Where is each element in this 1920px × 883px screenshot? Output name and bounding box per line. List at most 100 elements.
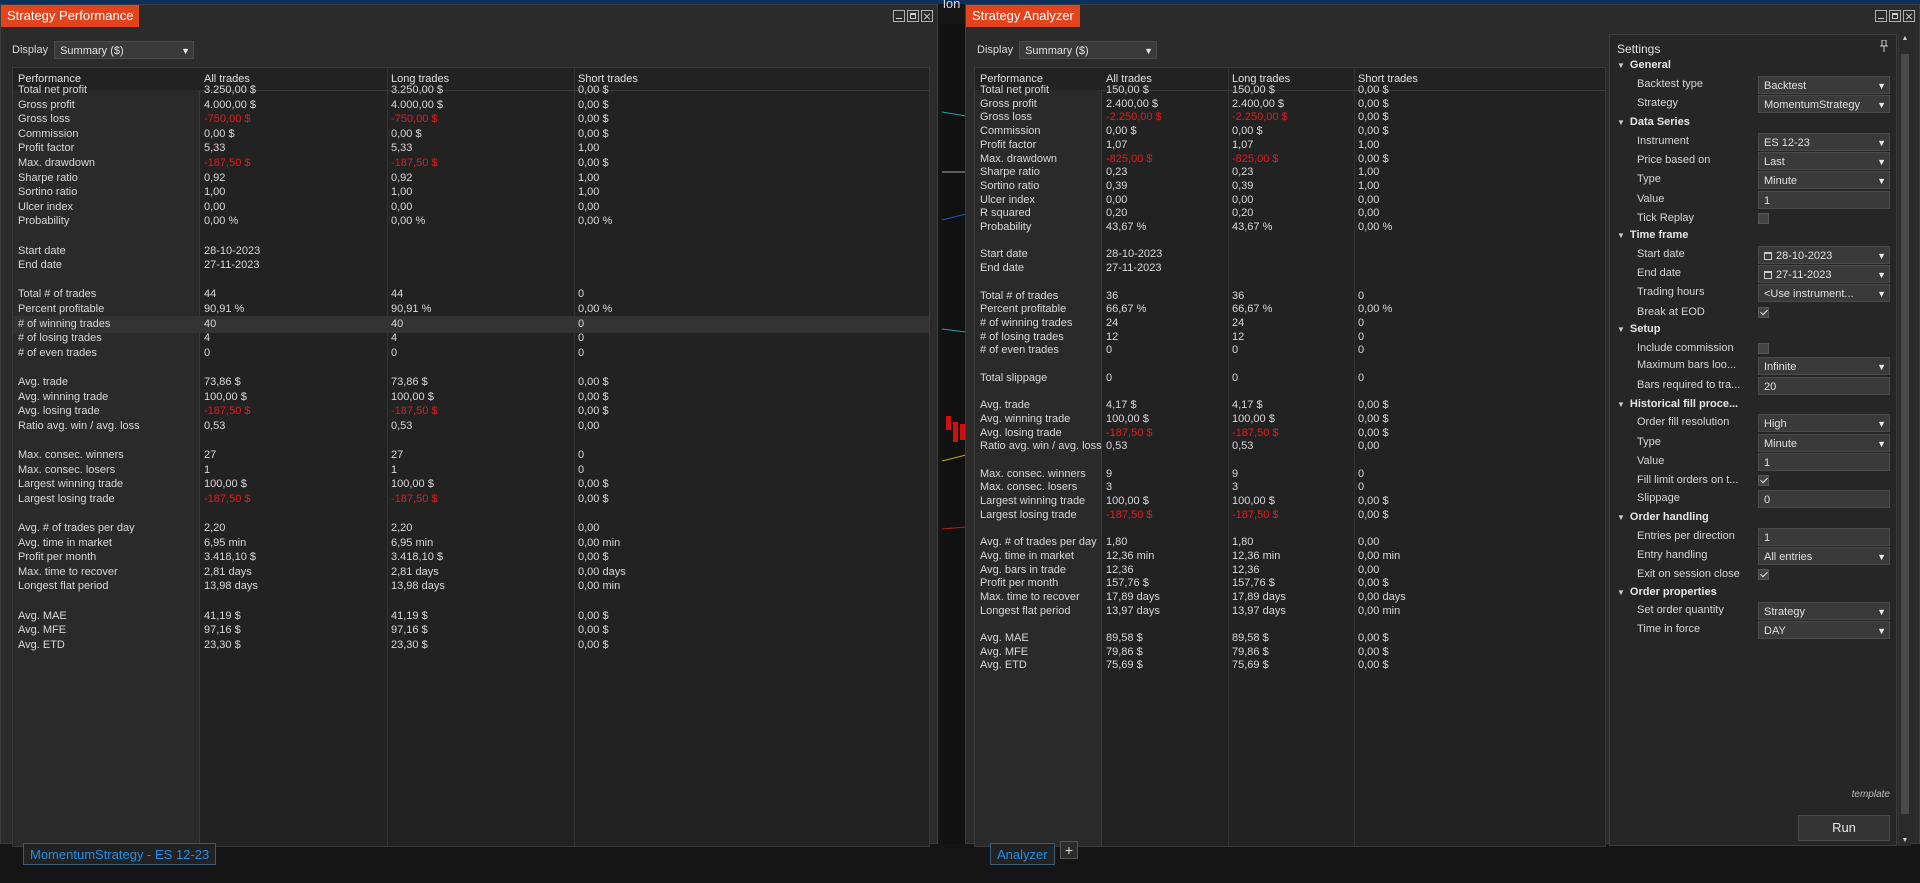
property-checkbox[interactable] <box>1758 569 1769 581</box>
template-link[interactable]: template <box>1852 789 1890 800</box>
run-button[interactable]: Run <box>1798 815 1890 841</box>
tab-analyzer[interactable]: Analyzer <box>990 843 1055 865</box>
property-value: ES 12-23 <box>1764 136 1810 149</box>
window-title[interactable]: Strategy Performance <box>1 5 140 27</box>
settings-section-header[interactable]: ▼ Historical fill proce... <box>1610 396 1896 415</box>
display-row: Display Summary ($) ▼ <box>977 41 1158 59</box>
property-select[interactable]: MomentumStrategy ▼ <box>1758 94 1890 113</box>
collapse-triangle-icon[interactable]: ▼ <box>1617 325 1625 334</box>
chevron-down-icon: ▼ <box>1877 551 1886 562</box>
settings-section-header[interactable]: ▼ Order handling <box>1610 509 1896 528</box>
maximize-icon[interactable] <box>907 10 919 22</box>
tab-strategy-performance[interactable]: MomentumStrategy - ES 12-23 <box>23 843 217 865</box>
table-row[interactable]: Avg. ETD 75,69 $ 75,69 $ 0,00 $ <box>975 657 1605 674</box>
background-window-title-fragment: lon <box>943 0 961 11</box>
chevron-down-icon: ▼ <box>1877 289 1886 300</box>
property-input[interactable]: 20 <box>1758 376 1890 395</box>
date-picker[interactable]: 28-10-2023 ▼ <box>1758 245 1890 264</box>
property-input[interactable]: 1 <box>1758 452 1890 471</box>
property-select[interactable]: Infinite ▼ <box>1758 357 1890 376</box>
settings-section-header[interactable]: ▼ Data Series <box>1610 114 1896 133</box>
maximize-icon[interactable] <box>1889 10 1901 22</box>
scrollbar-thumb[interactable] <box>1901 54 1909 814</box>
property-select[interactable]: Last ▼ <box>1758 151 1890 170</box>
date-picker[interactable]: 27-11-2023 ▼ <box>1758 265 1890 284</box>
property-checkbox[interactable] <box>1758 212 1769 224</box>
collapse-triangle-icon[interactable]: ▼ <box>1617 61 1625 70</box>
property-input[interactable]: 1 <box>1758 527 1890 546</box>
property-select[interactable]: Backtest ▼ <box>1758 75 1890 94</box>
chart-fragment <box>941 111 967 530</box>
calendar-icon[interactable] <box>1764 271 1772 280</box>
window-title[interactable]: Strategy Analyzer <box>966 5 1080 27</box>
scroll-up-icon[interactable]: ▲ <box>1899 34 1911 44</box>
collapse-triangle-icon[interactable]: ▼ <box>1617 118 1625 127</box>
settings-section-header[interactable]: ▼ Order properties <box>1610 584 1896 603</box>
property-label: Time in force <box>1637 623 1701 636</box>
settings-property-row: Price based on Last ▼ <box>1610 151 1896 171</box>
property-checkbox[interactable] <box>1758 475 1769 487</box>
minimize-icon[interactable] <box>1875 10 1887 22</box>
close-icon[interactable] <box>1903 10 1915 22</box>
section-title: Setup <box>1629 323 1661 336</box>
property-value: Minute <box>1764 437 1798 450</box>
calendar-icon[interactable] <box>1764 251 1772 260</box>
property-checkbox[interactable] <box>1758 342 1769 354</box>
property-select[interactable]: <Use instrument... ▼ <box>1758 284 1890 303</box>
property-input[interactable]: 0 <box>1758 489 1890 508</box>
section-label: ▼ Setup <box>1617 323 1660 335</box>
collapse-triangle-icon[interactable]: ▼ <box>1617 588 1625 597</box>
display-label: Display <box>977 44 1014 56</box>
chevron-down-icon: ▼ <box>1877 156 1886 167</box>
display-select-value: Summary ($) <box>1025 45 1089 57</box>
minimize-icon[interactable] <box>893 10 905 22</box>
background-chart-strip <box>941 24 967 844</box>
section-title: Order handling <box>1629 511 1709 523</box>
collapse-triangle-icon[interactable]: ▼ <box>1617 400 1625 409</box>
property-label: Backtest type <box>1637 77 1704 90</box>
cell-short: 0,00 $ <box>1358 659 1389 672</box>
table-row[interactable]: Avg. ETD 23,30 $ 23,30 $ 0,00 $ <box>13 637 929 654</box>
property-value: DAY <box>1764 625 1786 638</box>
display-select[interactable]: Summary ($) ▼ <box>54 41 195 59</box>
cell-label: Avg. ETD <box>980 659 1027 672</box>
scroll-down-icon[interactable]: ▼ <box>1899 836 1911 846</box>
property-select[interactable]: ES 12-23 ▼ <box>1758 132 1890 151</box>
collapse-triangle-icon[interactable]: ▼ <box>1617 231 1625 240</box>
property-select[interactable]: All entries ▼ <box>1758 546 1890 565</box>
property-select[interactable]: DAY ▼ <box>1758 621 1890 640</box>
settings-property-row: End date 27-11-2023 ▼ <box>1610 265 1896 284</box>
add-tab-button[interactable]: + <box>1060 841 1078 859</box>
collapse-triangle-icon[interactable]: ▼ <box>1617 513 1625 522</box>
property-value-cell: 1 <box>1758 452 1890 471</box>
settings-property-row: Time in force DAY ▼ <box>1610 621 1896 640</box>
pin-icon[interactable] <box>1880 40 1888 52</box>
settings-section-header[interactable]: ▼ Time frame <box>1610 227 1896 246</box>
property-select[interactable]: Minute ▼ <box>1758 433 1890 452</box>
settings-scrollbar[interactable]: ▲ ▼ <box>1898 34 1911 846</box>
settings-property-row: Backtest type Backtest ▼ <box>1610 75 1896 95</box>
property-label: Trading hours <box>1637 286 1705 299</box>
settings-property-row: Maximum bars loo... Infinite ▼ <box>1610 357 1896 376</box>
property-select[interactable]: Strategy ▼ <box>1758 602 1890 621</box>
property-select[interactable]: Minute ▼ <box>1758 171 1890 190</box>
analyzer-grid: Performance All trades Long trades Short tr… <box>974 67 1606 847</box>
property-value-cell: ES 12-23 ▼ <box>1758 132 1890 151</box>
property-checkbox[interactable] <box>1758 306 1769 318</box>
performance-grid: Performance All trades Long trades Short tr… <box>12 67 930 847</box>
property-value-cell: Infinite ▼ <box>1758 357 1890 376</box>
settings-property-row: Include commission <box>1610 340 1896 359</box>
chevron-down-icon: ▼ <box>1877 607 1886 618</box>
settings-section-header[interactable]: ▼ Setup <box>1610 321 1896 340</box>
cell-all: 23,30 $ <box>204 638 241 651</box>
chevron-down-icon: ▼ <box>181 46 191 56</box>
settings-section-header[interactable]: ▼ General <box>1610 57 1896 76</box>
property-select[interactable]: High ▼ <box>1758 414 1890 433</box>
display-select[interactable]: Summary ($) ▼ <box>1019 41 1158 59</box>
property-value-cell: DAY ▼ <box>1758 621 1890 640</box>
property-value-cell: Minute ▼ <box>1758 171 1890 190</box>
cell-long: 23,30 $ <box>391 638 428 651</box>
close-icon[interactable] <box>921 10 933 22</box>
property-value: High <box>1764 418 1787 431</box>
property-input[interactable]: 1 <box>1758 190 1890 209</box>
